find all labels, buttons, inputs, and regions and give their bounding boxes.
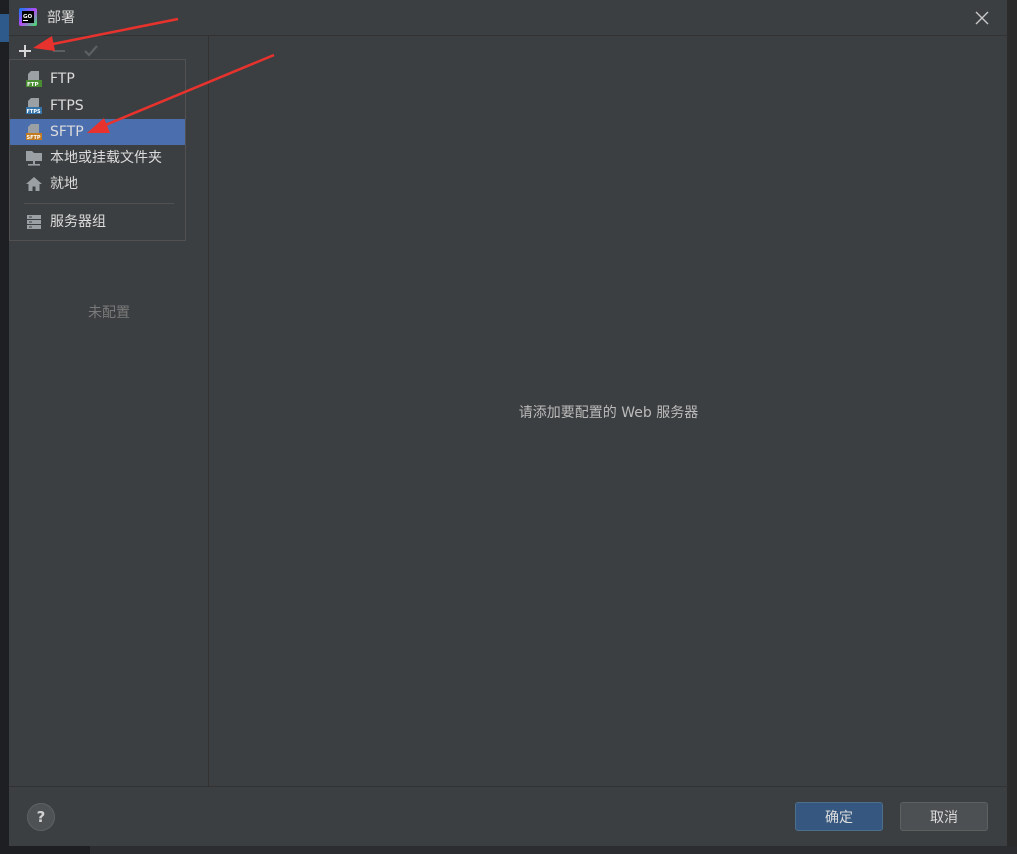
close-icon [975,11,989,25]
menu-item-label: FTP [50,71,75,87]
svg-text:SFTP: SFTP [27,135,41,141]
empty-detail-hint: 请添加要配置的 Web 服务器 [518,405,699,421]
svg-text:GO: GO [23,14,33,20]
svg-text:FTPS: FTPS [27,109,41,115]
ok-button[interactable]: 确定 [795,802,883,831]
server-group-icon [27,215,41,229]
menu-item-label: 本地或挂载文件夹 [50,150,162,166]
add-server-menu: FTP FTP FTPS FTPS SFTP SFTP 本地或挂载文件夹 就地 [9,59,186,241]
background-highlight [0,14,9,42]
close-button[interactable] [970,6,994,30]
background-window-edge [0,0,9,854]
menu-item-label: 服务器组 [50,214,106,230]
folder-icon [26,151,42,166]
sftp-icon: SFTP [26,124,42,141]
ftp-icon: FTP [26,71,42,88]
svg-text:FTP: FTP [27,82,39,88]
menu-separator [24,203,174,204]
menu-item-label: 就地 [50,176,78,192]
title-bar: GO 部署 [9,0,1008,36]
dialog-title: 部署 [47,10,75,26]
check-icon [84,45,98,57]
minus-icon [53,50,65,52]
menu-item-ftp[interactable]: FTP FTP [10,66,185,92]
menu-item-ftps[interactable]: FTPS FTPS [10,93,185,119]
menu-item-local-folder[interactable]: 本地或挂载文件夹 [10,145,185,171]
menu-item-in-place[interactable]: 就地 [10,171,185,197]
dialog-footer: ? 确定 取消 [9,786,1008,846]
ftps-icon: FTPS [26,98,42,115]
help-button[interactable]: ? [27,803,55,831]
menu-item-label: FTPS [50,98,84,114]
menu-item-sftp[interactable]: SFTP SFTP [10,119,185,145]
server-detail-area: 请添加要配置的 Web 服务器 [209,36,1008,786]
background-window-bottom [0,846,1017,854]
empty-list-text: 未配置 [88,305,130,321]
menu-item-server-group[interactable]: 服务器组 [10,209,185,235]
home-icon [26,177,42,191]
goland-app-icon: GO [19,8,37,26]
cancel-button[interactable]: 取消 [900,802,988,831]
plus-icon [19,45,31,57]
menu-item-label: SFTP [50,124,84,140]
